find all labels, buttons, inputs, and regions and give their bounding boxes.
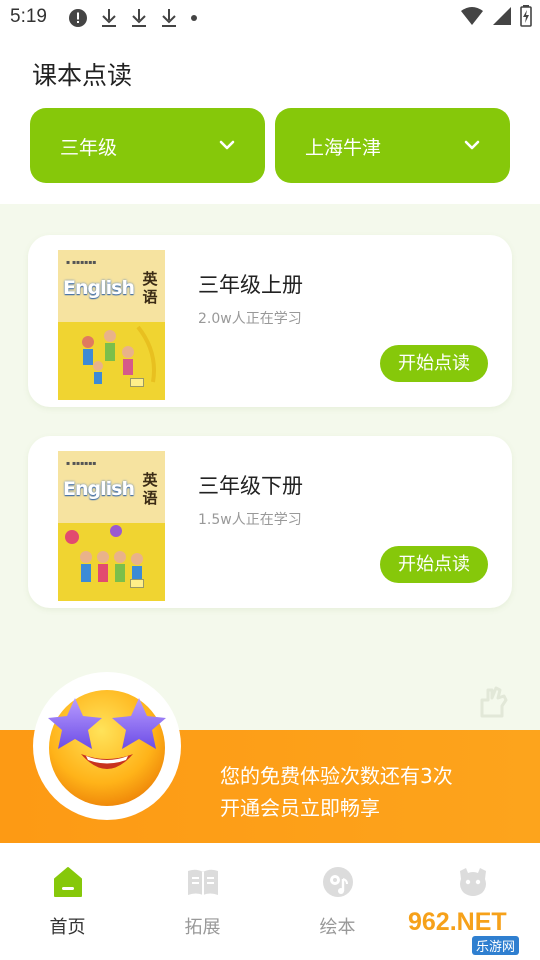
dot-icon — [190, 8, 198, 28]
header-section: 课本点读 三年级 上海牛津 — [0, 36, 540, 204]
status-right-icons — [460, 5, 532, 31]
tab-picture-book[interactable]: 绘本 — [270, 843, 405, 960]
battery-icon — [520, 5, 532, 31]
download-icon — [100, 8, 118, 28]
cover-publisher: ▪ ▪▪▪▪▪▪ — [66, 259, 97, 266]
watermark-text: 962.NET — [408, 908, 507, 936]
cover-chinese-title: 英语 — [142, 471, 158, 507]
grade-dropdown-label: 三年级 — [60, 137, 118, 159]
home-icon — [51, 865, 85, 899]
book-learners: 2.0w人正在学习 — [198, 311, 302, 327]
book-cover: ▪ ▪▪▪▪▪▪ English 英语 — [58, 250, 165, 400]
status-time: 5:19 — [10, 6, 47, 27]
book-card[interactable]: ▪ ▪▪▪▪▪▪ English 英语 三年级下册 1.5w人正在学习 开始点读 — [28, 436, 512, 608]
tab-expand-label: 拓展 — [184, 917, 221, 938]
face-icon — [456, 865, 490, 899]
chevron-down-icon — [464, 136, 480, 155]
book-open-icon — [186, 865, 220, 899]
promo-line-1: 您的免费体验次数还有3次 — [220, 764, 453, 788]
grade-dropdown[interactable]: 三年级 — [30, 108, 265, 183]
edition-dropdown[interactable]: 上海牛津 — [275, 108, 510, 183]
book-title: 三年级下册 — [198, 474, 303, 498]
cover-english-title: English — [63, 478, 135, 500]
star-eyes-emoji-icon — [33, 672, 181, 820]
status-bar: 5:19 — [0, 0, 540, 36]
hand-icon — [476, 684, 510, 722]
tab-home[interactable]: 首页 — [0, 843, 135, 960]
watermark-subtext: 乐游网 — [472, 936, 520, 955]
cover-illustration — [58, 523, 165, 601]
cover-publisher: ▪ ▪▪▪▪▪▪ — [66, 460, 97, 467]
status-left-icons — [68, 7, 198, 29]
cover-chinese-title: 英语 — [142, 270, 158, 306]
music-disc-icon — [321, 865, 355, 899]
start-reading-button[interactable]: 开始点读 — [380, 546, 488, 583]
tab-expand[interactable]: 拓展 — [135, 843, 270, 960]
download-icon — [130, 8, 148, 28]
alert-icon — [68, 8, 88, 28]
cover-english-title: English — [63, 277, 135, 299]
edition-dropdown-label: 上海牛津 — [305, 137, 382, 159]
cover-badge — [130, 378, 144, 387]
start-reading-button[interactable]: 开始点读 — [380, 345, 488, 382]
site-watermark: 962.NET 乐游网 — [400, 908, 540, 956]
book-cover: ▪ ▪▪▪▪▪▪ English 英语 — [58, 451, 165, 601]
chevron-down-icon — [219, 136, 235, 155]
book-card[interactable]: ▪ ▪▪▪▪▪▪ English 英语 三年级上册 2.0w人正在学习 开始点读 — [28, 235, 512, 407]
cover-badge — [130, 579, 144, 588]
book-learners: 1.5w人正在学习 — [198, 512, 302, 528]
signal-icon — [492, 6, 512, 30]
cover-illustration — [58, 322, 165, 400]
promo-line-2: 开通会员立即畅享 — [220, 796, 380, 820]
download-icon — [160, 8, 178, 28]
book-title: 三年级上册 — [198, 273, 303, 297]
wifi-icon — [460, 6, 484, 30]
tab-home-label: 首页 — [49, 917, 86, 938]
tab-picture-book-label: 绘本 — [319, 917, 356, 938]
page-title: 课本点读 — [32, 61, 133, 90]
